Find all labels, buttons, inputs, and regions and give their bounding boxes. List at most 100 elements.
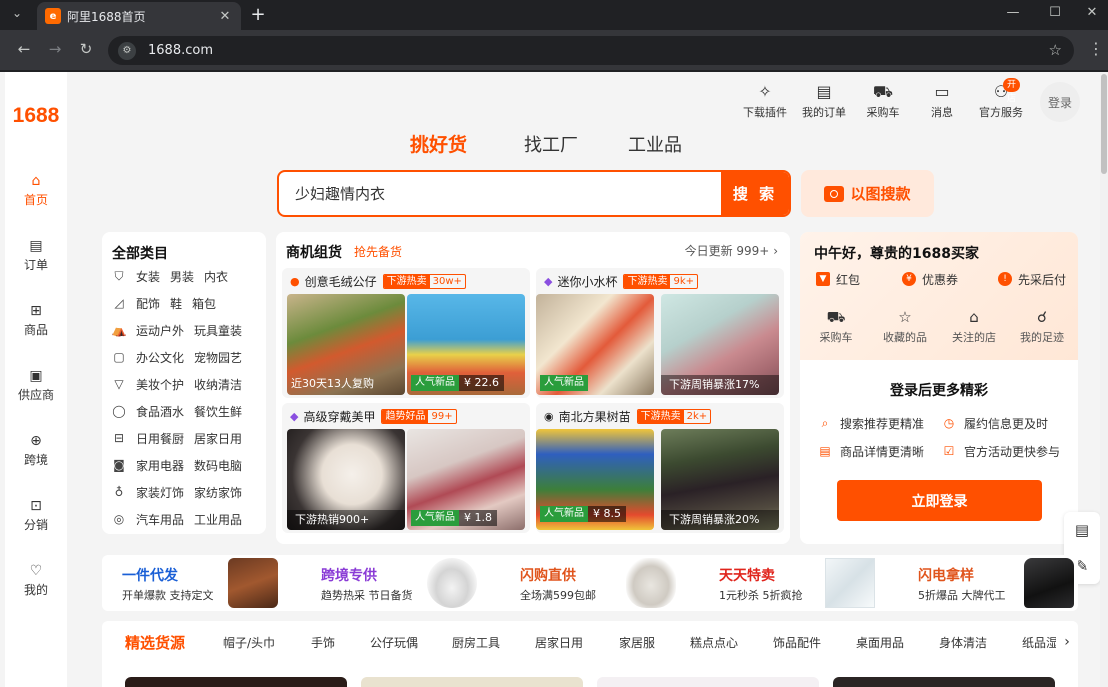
quick-link-footprint[interactable]: ☌ 我的足迹 (1008, 307, 1076, 345)
perk-buy-now-pay-later[interactable]: ! 先采后付 (998, 270, 1066, 288)
download-plugin-link[interactable]: ✧ 下载插件 (738, 82, 792, 120)
address-bar[interactable]: ⚙ 1688.com ☆ (108, 36, 1074, 65)
curated-tab[interactable]: 居家日用 (535, 634, 583, 651)
scrollbar-thumb[interactable] (1101, 74, 1107, 174)
maximize-icon[interactable]: ☐ (1045, 5, 1065, 20)
promo-flash-direct[interactable]: 闪购直供 全场满599包邮 (500, 555, 695, 611)
minimize-icon[interactable]: — (1003, 5, 1023, 20)
category-link[interactable]: 男装 (170, 268, 194, 285)
promo-crossborder[interactable]: 跨境专供 趋势热采 节日备货 (301, 555, 496, 611)
header-login-button[interactable]: 登录 (1040, 82, 1080, 122)
category-link[interactable]: 收纳清洁 (194, 376, 242, 393)
search-input[interactable]: 少妇趣情内衣 (295, 183, 695, 204)
browser-tab[interactable]: e 阿里1688首页 ✕ (37, 2, 241, 30)
curated-tab[interactable]: 帽子/头巾 (223, 634, 275, 651)
category-link[interactable]: 女装 (136, 268, 160, 285)
promo-fast-sample[interactable]: 闪电拿样 5折爆品 大牌代工 (898, 555, 1093, 611)
product-image[interactable]: 人气新品 ¥ 1.8 (407, 429, 525, 530)
tab-close-icon[interactable]: ✕ (217, 9, 233, 24)
curated-tab[interactable]: 厨房工具 (452, 634, 500, 651)
product-image[interactable]: 下游周销暴涨17% (661, 294, 779, 395)
category-link[interactable]: 鞋 (170, 295, 182, 312)
category-link[interactable]: 家装灯饰 (136, 484, 184, 501)
perk-coupon[interactable]: ¥ 优惠券 (902, 270, 958, 288)
browser-menu-icon[interactable]: ⋮ (1088, 39, 1104, 58)
sidebar-item-products[interactable]: ⊞ 商品 (5, 302, 67, 338)
messages-link[interactable]: ▭ 消息 (915, 82, 969, 120)
category-link[interactable]: 汽车用品 (136, 511, 184, 528)
category-link[interactable]: 美妆个护 (136, 376, 184, 393)
quick-link-favorites[interactable]: ☆ 收藏的品 (871, 307, 939, 345)
category-link[interactable]: 宠物园艺 (194, 349, 242, 366)
back-icon[interactable]: ← (14, 40, 34, 58)
category-link[interactable]: 家纺家饰 (194, 484, 242, 501)
category-link[interactable]: 餐饮生鲜 (194, 403, 242, 420)
curated-tab[interactable]: 桌面用品 (856, 634, 904, 651)
bookmark-star-icon[interactable]: ☆ (1049, 41, 1062, 59)
open-store-badge[interactable]: 开店 (1003, 78, 1021, 104)
quick-link-followed-shops[interactable]: ⌂ 关注的店 (940, 307, 1008, 345)
quick-link-cart[interactable]: ⛟ 采购车 (802, 307, 870, 345)
product-card-image[interactable] (597, 677, 819, 687)
business-card[interactable]: ◉ 南北方果树苗 下游热卖 2k+ 人气新品 ¥ 8.5 下游周销暴涨20% (536, 403, 784, 533)
curated-tab[interactable]: 手饰 (311, 634, 335, 651)
curated-tab[interactable]: 公仔玩偶 (370, 634, 418, 651)
sidebar-item-crossborder[interactable]: ⊕ 跨境 (5, 432, 67, 468)
promo-dropship[interactable]: 一件代发 开单爆款 支持定文 (102, 555, 297, 611)
category-link[interactable]: 食品酒水 (136, 403, 184, 420)
curated-tab[interactable]: 饰品配件 (773, 634, 821, 651)
search-button[interactable]: 搜 索 (721, 172, 789, 215)
product-image[interactable]: 人气新品 ¥ 8.5 (536, 429, 654, 530)
product-card-image[interactable] (125, 677, 347, 687)
feedback-doc-icon[interactable]: ▤ (1064, 512, 1100, 548)
category-link[interactable]: 运动户外 (136, 322, 184, 339)
category-link[interactable]: 居家日用 (194, 430, 242, 447)
login-now-button[interactable]: 立即登录 (837, 480, 1042, 521)
product-image[interactable]: 下游热销900+ (287, 429, 405, 530)
sidebar-item-home[interactable]: ⌂ 首页 (5, 172, 67, 208)
new-tab-icon[interactable]: + (250, 4, 266, 25)
business-card[interactable]: ◆ 高级穿戴美甲 趋势好品 99+ 下游热销900+ 人气新品 ¥ 1.8 (282, 403, 530, 533)
business-card[interactable]: ◆ 迷你小水杯 下游热卖 9k+ 人气新品 下游周销暴涨17% (536, 268, 784, 398)
category-link[interactable]: 内衣 (204, 268, 228, 285)
sidebar-item-suppliers[interactable]: ▣ 供应商 (5, 367, 67, 403)
product-image[interactable]: 人气新品 ¥ 22.6 (407, 294, 525, 395)
curated-tab[interactable]: 纸品湿 (1022, 634, 1058, 651)
category-link[interactable]: 办公文化 (136, 349, 184, 366)
promo-daily-sale[interactable]: 天天特卖 1元秒杀 5折疯抢 (699, 555, 894, 611)
product-card-image[interactable] (361, 677, 583, 687)
curated-tab[interactable]: 身体清洁 (939, 634, 987, 651)
page-scrollbar[interactable] (1100, 72, 1108, 687)
category-link[interactable]: 数码电脑 (194, 457, 242, 474)
sidebar-item-orders[interactable]: ▤ 订单 (5, 237, 67, 273)
curated-tab[interactable]: 糕点点心 (690, 634, 738, 651)
curated-tab[interactable]: 家居服 (619, 634, 655, 651)
sidebar-item-distribution[interactable]: ⊡ 分销 (5, 497, 67, 533)
tab-pick-goods[interactable]: 挑好货 (410, 130, 467, 157)
category-link[interactable]: 工业用品 (194, 511, 242, 528)
category-link[interactable]: 配饰 (136, 295, 160, 312)
cart-link[interactable]: ⛟ 采购车 (856, 82, 910, 120)
tab-search-chevron-icon[interactable]: ⌄ (8, 6, 26, 20)
url-text[interactable]: 1688.com (148, 43, 213, 58)
forward-icon[interactable]: → (45, 40, 65, 58)
image-search-button[interactable]: 以图搜款 (801, 170, 934, 217)
category-link[interactable]: 家用电器 (136, 457, 184, 474)
category-link[interactable]: 日用餐厨 (136, 430, 184, 447)
perk-red-packet[interactable]: ▼ 红包 (816, 270, 860, 288)
business-card[interactable]: ● 创意毛绒公仔 下游热卖 30w+ 近30天13人复购 人气新品 ¥ 22.6 (282, 268, 530, 398)
chevron-right-icon[interactable]: › (1056, 621, 1078, 663)
category-link[interactable]: 箱包 (192, 295, 216, 312)
product-image[interactable]: 近30天13人复购 (287, 294, 405, 395)
product-image[interactable]: 下游周销暴涨20% (661, 429, 779, 530)
tab-find-factory[interactable]: 找工厂 (524, 131, 578, 157)
product-image[interactable]: 人气新品 (536, 294, 654, 395)
my-orders-link[interactable]: ▤ 我的订单 (797, 82, 851, 120)
reload-icon[interactable]: ↻ (76, 40, 96, 58)
product-card-image[interactable] (833, 677, 1055, 687)
site-info-icon[interactable]: ⚙ (118, 41, 136, 60)
site-logo[interactable]: 1688 (5, 104, 67, 128)
business-update-link[interactable]: 今日更新 999+ › (685, 242, 778, 259)
category-link[interactable]: 玩具童装 (194, 322, 242, 339)
sidebar-item-mine[interactable]: ♡ 我的 (5, 562, 67, 598)
